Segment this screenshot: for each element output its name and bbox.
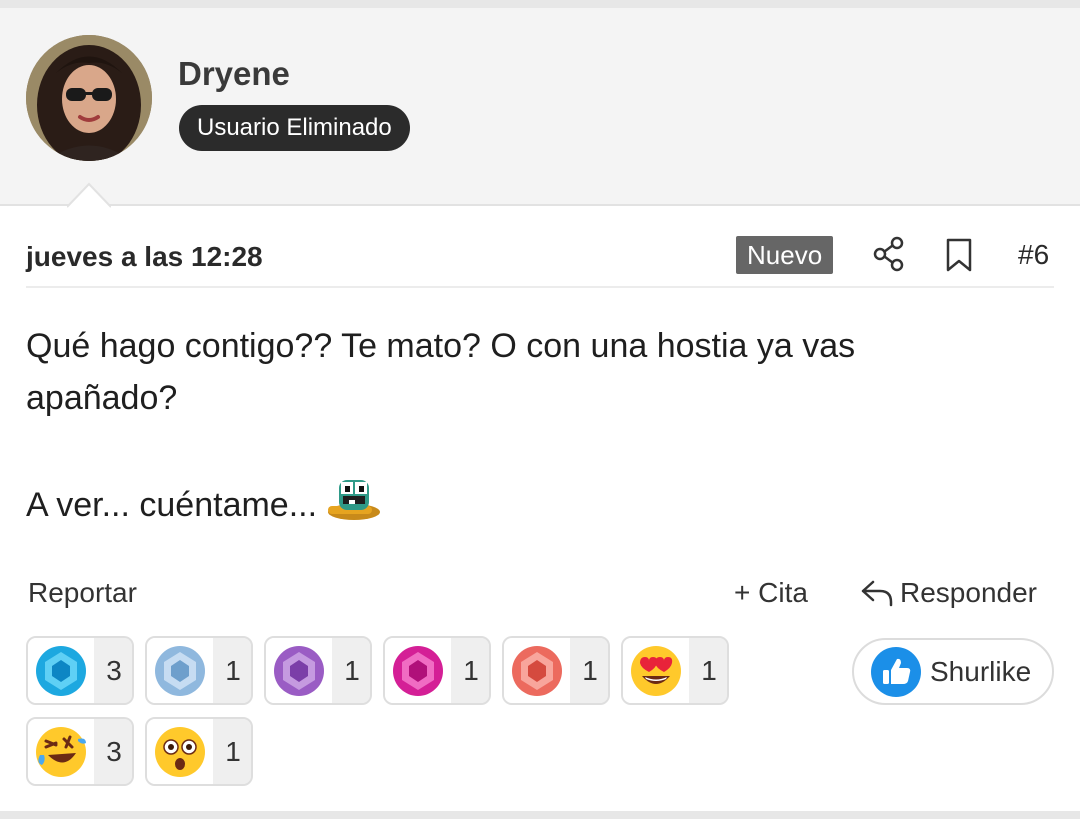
reaction-flushed-face[interactable]: 1 [145,717,253,786]
post-blank-line [26,424,1026,476]
blue-gem-icon [36,646,86,696]
reply-button[interactable]: Responder [860,577,1037,609]
user-status-badge: Usuario Eliminado [179,105,410,151]
post-actions: Reportar + Cita Responder [28,575,1054,615]
header-pointer [67,182,111,208]
reaction-count: 1 [213,719,251,784]
share-icon[interactable] [872,236,906,272]
heart-eyes-icon [631,646,681,696]
reaction-light-blue-gem[interactable]: 1 [145,636,253,705]
user-avatar[interactable] [26,35,152,161]
laughing-icon [36,727,86,777]
report-link[interactable]: Reportar [28,577,137,609]
post-body: Qué hago contigo?? Te mato? O con una ho… [26,320,1026,531]
post-line-with-emoji: A ver... cuéntame... [26,476,1026,531]
reaction-blue-gem[interactable]: 3 [26,636,134,705]
post-date[interactable]: jueves a las 12:28 [26,241,263,273]
new-badge: Nuevo [736,236,834,274]
reaction-count: 1 [213,638,251,703]
post-line-text: A ver... cuéntame... [26,486,318,524]
duck-emoji-icon [328,480,381,520]
post-number-link[interactable]: #6 [1018,239,1049,271]
post-line: apañado? [26,379,178,417]
reaction-red-gem[interactable]: 1 [502,636,610,705]
reaction-count: 1 [689,638,727,703]
flushed-face-icon [155,727,205,777]
user-header: Dryene Usuario Eliminado [0,8,1080,206]
top-divider [0,0,1080,8]
shurlike-label: Shurlike [930,655,1032,687]
reaction-count: 1 [570,638,608,703]
cite-button[interactable]: + Cita [734,577,808,609]
post-line: Qué hago contigo?? Te mato? O con una ho… [26,327,856,365]
reaction-heart-eyes[interactable]: 1 [621,636,729,705]
username[interactable]: Dryene [178,55,290,93]
purple-gem-icon [274,646,324,696]
reaction-laughing[interactable]: 3 [26,717,134,786]
reply-label: Responder [900,577,1037,608]
reaction-pink-gem[interactable]: 1 [383,636,491,705]
thumbs-up-icon [871,646,921,697]
reaction-count: 1 [451,638,489,703]
reply-arrow-icon [861,580,893,607]
light-blue-gem-icon [155,646,205,696]
reaction-count: 1 [332,638,370,703]
reaction-purple-gem[interactable]: 1 [264,636,372,705]
post-meta-bar: jueves a las 12:28 Nuevo #6 [26,236,1054,288]
red-gem-icon [512,646,562,696]
bottom-divider [0,811,1080,819]
bookmark-icon[interactable] [944,238,974,272]
reaction-count: 3 [94,719,132,784]
reaction-count: 3 [94,638,132,703]
avatar-woman-sunglasses-icon [26,35,152,161]
shurlike-button[interactable]: Shurlike [852,638,1054,705]
pink-gem-icon [393,646,443,696]
